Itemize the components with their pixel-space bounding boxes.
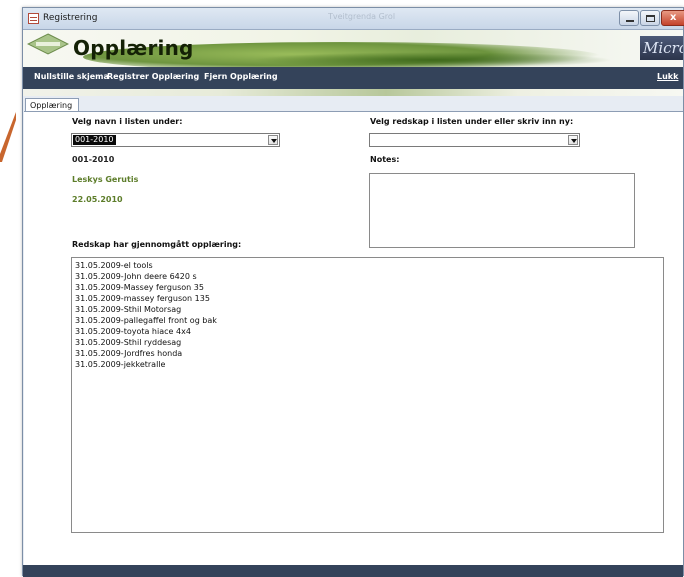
form-icon <box>28 13 39 24</box>
title-bar: Registrering Tveitgrenda Grol x <box>23 8 684 30</box>
minimize-icon <box>626 20 634 22</box>
list-item[interactable]: 31.05.2009-Sthil Motorsag <box>75 304 663 315</box>
person-id-text: 001-2010 <box>72 155 115 164</box>
list-item[interactable]: 31.05.2009-pallegaffel front og bak <box>75 315 663 326</box>
reset-form-button[interactable]: Nullstille skjema <box>34 72 109 81</box>
toolbar: Nullstille skjema Registrer Opplæring Fj… <box>23 67 683 89</box>
window-center-title: Tveitgrenda Grol <box>328 12 396 21</box>
equipment-combobox[interactable] <box>369 133 580 147</box>
chevron-down-icon[interactable] <box>568 135 578 145</box>
list-item[interactable]: 31.05.2009-Sthil ryddesag <box>75 337 663 348</box>
decorative-arrow-icon <box>0 112 16 162</box>
tab-strip: Opplæring <box>23 96 683 113</box>
date-text: 22.05.2010 <box>72 195 123 204</box>
name-combobox[interactable]: 001-2010 <box>71 133 280 147</box>
notes-textarea[interactable] <box>369 173 635 248</box>
chevron-down-icon[interactable] <box>268 135 278 145</box>
tab-panel: Velg navn i listen under: 001-2010 001-2… <box>24 111 683 565</box>
person-name-text: Leskys Gerutis <box>72 175 139 184</box>
name-select-label: Velg navn i listen under: <box>72 117 183 126</box>
header-banner: Opplæring Microf <box>23 30 683 67</box>
company-logo-icon <box>27 33 69 55</box>
list-item[interactable]: 31.05.2009-jekketralle <box>75 359 663 370</box>
brand-logo: Microf <box>640 36 683 60</box>
close-button[interactable]: Lukk <box>657 72 678 81</box>
list-item[interactable]: 31.05.2009-massey ferguson 135 <box>75 293 663 304</box>
list-item[interactable]: 31.05.2009-John deere 6420 s <box>75 271 663 282</box>
trained-equipment-label: Redskap har gjennomgått opplæring: <box>72 240 242 249</box>
banner-swoosh-dark <box>253 52 613 67</box>
trained-equipment-listbox[interactable]: 31.05.2009-el tools 31.05.2009-John deer… <box>71 257 664 533</box>
list-item[interactable]: 31.05.2009-toyota hiace 4x4 <box>75 326 663 337</box>
close-icon: x <box>670 12 677 23</box>
footer-bar <box>23 565 683 577</box>
minimize-button[interactable] <box>619 10 639 26</box>
page-title: Opplæring <box>73 36 194 60</box>
name-combobox-value[interactable]: 001-2010 <box>73 135 116 145</box>
close-window-button[interactable]: x <box>661 10 684 26</box>
remove-training-button[interactable]: Fjern Opplæring <box>204 72 278 81</box>
app-window: Registrering Tveitgrenda Grol x Opplærin… <box>22 7 684 577</box>
notes-label: Notes: <box>370 155 400 164</box>
list-item[interactable]: 31.05.2009-el tools <box>75 260 663 271</box>
maximize-button[interactable] <box>640 10 660 26</box>
window-title: Registrering <box>43 13 98 23</box>
list-item[interactable]: 31.05.2009-Massey ferguson 35 <box>75 282 663 293</box>
equipment-select-label: Velg redskap i listen under eller skriv … <box>370 117 574 126</box>
list-item[interactable]: 31.05.2009-Jordfres honda <box>75 348 663 359</box>
maximize-icon <box>646 15 655 22</box>
register-training-button[interactable]: Registrer Opplæring <box>107 72 199 81</box>
decorative-stripe <box>23 89 683 96</box>
